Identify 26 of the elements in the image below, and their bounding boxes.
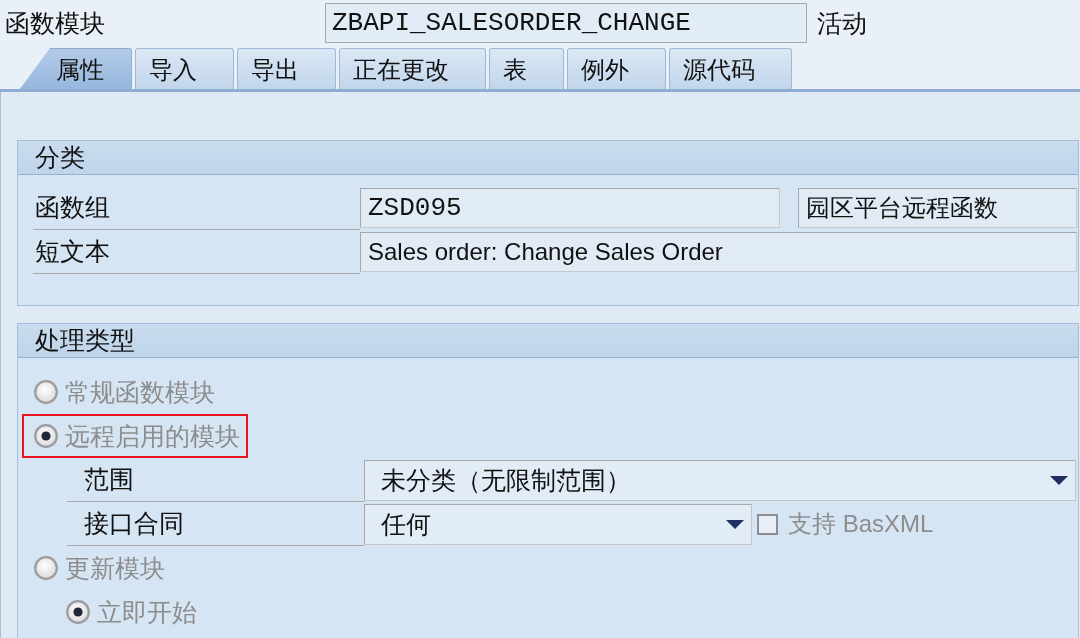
radio-label: 常规函数模块 <box>65 377 215 408</box>
checkbox-label: 支持 BasXML <box>788 509 934 539</box>
tab[interactable]: 例外 <box>567 48 666 89</box>
tab[interactable]: 表 <box>489 48 564 89</box>
radio-label: 远程启用的模块 <box>65 421 240 452</box>
caret-icon <box>726 519 744 529</box>
tab[interactable]: 源代码 <box>669 48 792 89</box>
caret-icon <box>1050 475 1068 485</box>
group-title: 分类 <box>35 143 85 173</box>
display-field[interactable]: 园区平台远程函数 <box>798 188 1077 228</box>
field-label: 短文本 <box>35 237 110 267</box>
status-text: 活动 <box>817 8 867 39</box>
tab[interactable]: 导出 <box>237 48 336 89</box>
field-label: 接口合同 <box>84 509 184 539</box>
field-label: 函数组 <box>35 193 110 223</box>
radio-label: 立即开始 <box>97 597 197 628</box>
tab[interactable]: 属性 <box>20 48 132 89</box>
field-label: 范围 <box>84 465 134 495</box>
radio-label: 更新模块 <box>65 553 165 584</box>
tab[interactable]: 正在更改 <box>339 48 486 89</box>
function-name-field[interactable]: ZBAPI_SALESORDER_CHANGE <box>325 3 807 43</box>
group-title: 处理类型 <box>35 326 135 356</box>
field-label: 函数模块 <box>4 8 106 39</box>
tab[interactable]: 导入 <box>135 48 234 89</box>
display-field[interactable]: ZSD095 <box>360 188 780 228</box>
display-field[interactable]: Sales order: Change Sales Order <box>360 232 1077 272</box>
